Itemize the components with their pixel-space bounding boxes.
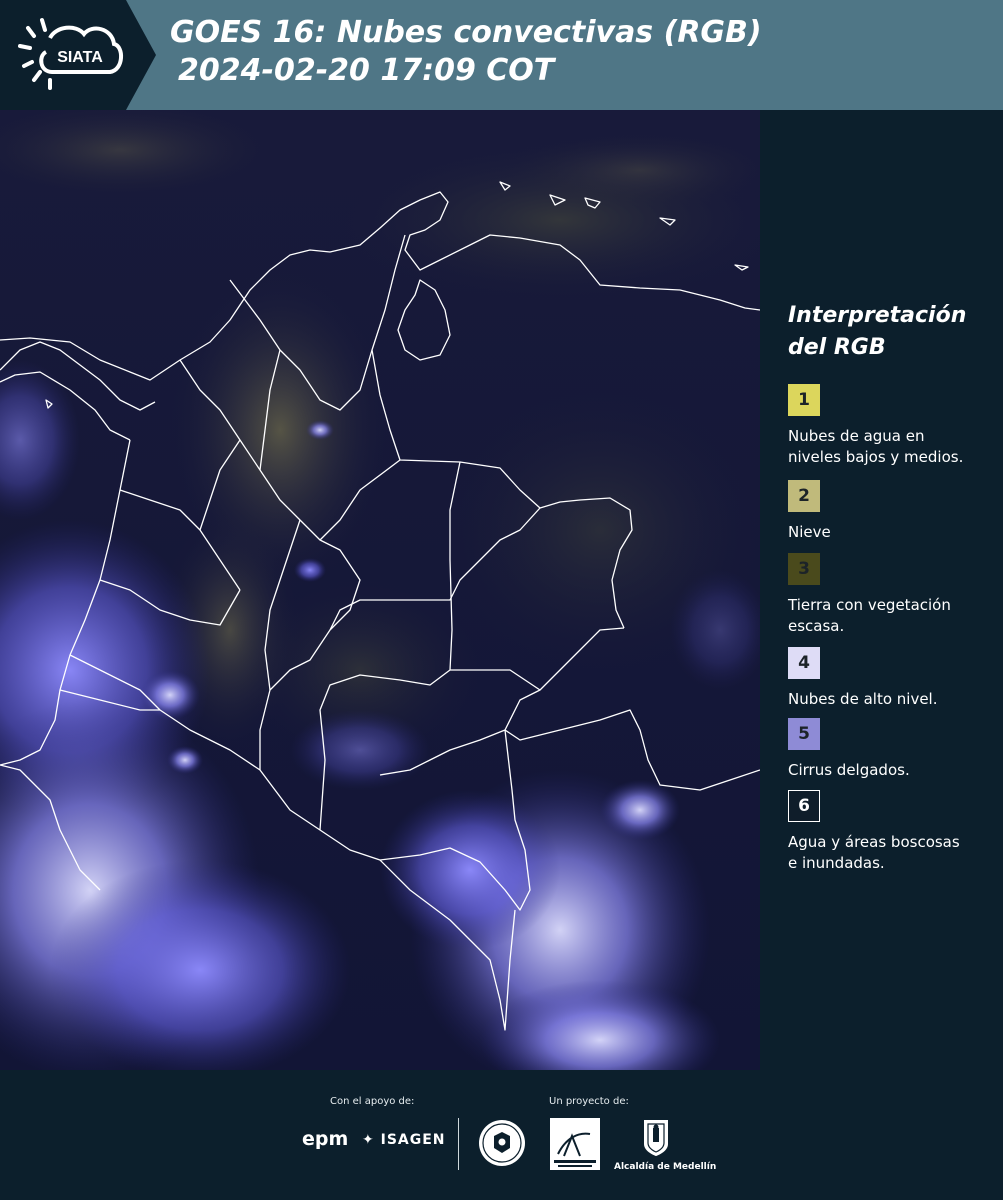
legend-item-5: 5 Cirrus delgados.	[788, 718, 993, 781]
legend-label-line: Nieve	[788, 523, 831, 541]
support-label: Con el apoyo de:	[330, 1096, 415, 1107]
legend-label: Tierra con vegetación escasa.	[788, 595, 993, 637]
satellite-map[interactable]	[0, 110, 760, 1070]
legend-swatch: 5	[788, 718, 820, 750]
epm-logo[interactable]: epm	[302, 1128, 348, 1150]
page-title: GOES 16: Nubes convectivas (RGB) 2024-02…	[170, 14, 762, 90]
legend-title: Interpretación del RGB	[788, 300, 966, 364]
legend-label-line: Nubes de agua en	[788, 427, 925, 445]
legend-item-3: 3 Tierra con vegetación escasa.	[788, 553, 993, 637]
isagen-logo[interactable]: ✦ ISAGEN	[362, 1132, 446, 1148]
legend-item-1: 1 Nubes de agua en niveles bajos y medio…	[788, 384, 993, 468]
alcaldia-shield-icon[interactable]	[642, 1118, 670, 1158]
title-timestamp: 2024-02-20 17:09 COT	[178, 53, 555, 88]
isagen-mark-icon: ✦	[362, 1132, 375, 1148]
legend-swatch: 4	[788, 647, 820, 679]
footer-divider	[458, 1118, 459, 1170]
legend-swatch: 3	[788, 553, 820, 585]
isagen-text: ISAGEN	[380, 1132, 446, 1148]
legend-swatch: 6	[788, 790, 820, 822]
legend-label-line: e inundadas.	[788, 854, 885, 872]
siata-logo-text: SIATA	[57, 49, 103, 66]
alcaldia-label: Alcaldía de Medellín	[614, 1162, 717, 1172]
legend-label: Cirrus delgados.	[788, 760, 993, 781]
project-label: Un proyecto de:	[549, 1096, 629, 1107]
legend-item-6: 6 Agua y áreas boscosas e inundadas.	[788, 790, 993, 874]
legend-item-2: 2 Nieve	[788, 480, 993, 543]
legend-label-line: escasa.	[788, 617, 845, 635]
legend-label: Nieve	[788, 522, 993, 543]
legend-title-line-1: Interpretación	[788, 303, 967, 328]
legend-label: Nubes de agua en niveles bajos y medios.	[788, 426, 993, 468]
legend-label-line: Tierra con vegetación	[788, 596, 951, 614]
legend-label-line: Agua y áreas boscosas	[788, 833, 960, 851]
legend-label-line: Nubes de alto nivel.	[788, 690, 938, 708]
legend-label-line: niveles bajos y medios.	[788, 448, 964, 466]
footer: Con el apoyo de: Un proyecto de: epm ✦ I…	[0, 1070, 1003, 1200]
legend-label: Nubes de alto nivel.	[788, 689, 993, 710]
seal-logo-icon[interactable]	[477, 1118, 527, 1168]
area-metropolitana-logo-icon[interactable]	[550, 1118, 600, 1170]
legend-title-line-2: del RGB	[788, 335, 886, 360]
siata-logo[interactable]: SIATA	[0, 0, 156, 110]
legend-item-4: 4 Nubes de alto nivel.	[788, 647, 993, 710]
legend-swatch: 1	[788, 384, 820, 416]
title-line-1: GOES 16: Nubes convectivas (RGB)	[170, 15, 762, 50]
header-bar: SIATA GOES 16: Nubes convectivas (RGB) 2…	[0, 0, 1003, 110]
legend-swatch: 2	[788, 480, 820, 512]
legend-label-line: Cirrus delgados.	[788, 761, 910, 779]
legend-label: Agua y áreas boscosas e inundadas.	[788, 832, 993, 874]
rgb-legend: Interpretación del RGB 1 Nubes de agua e…	[760, 110, 1003, 1070]
